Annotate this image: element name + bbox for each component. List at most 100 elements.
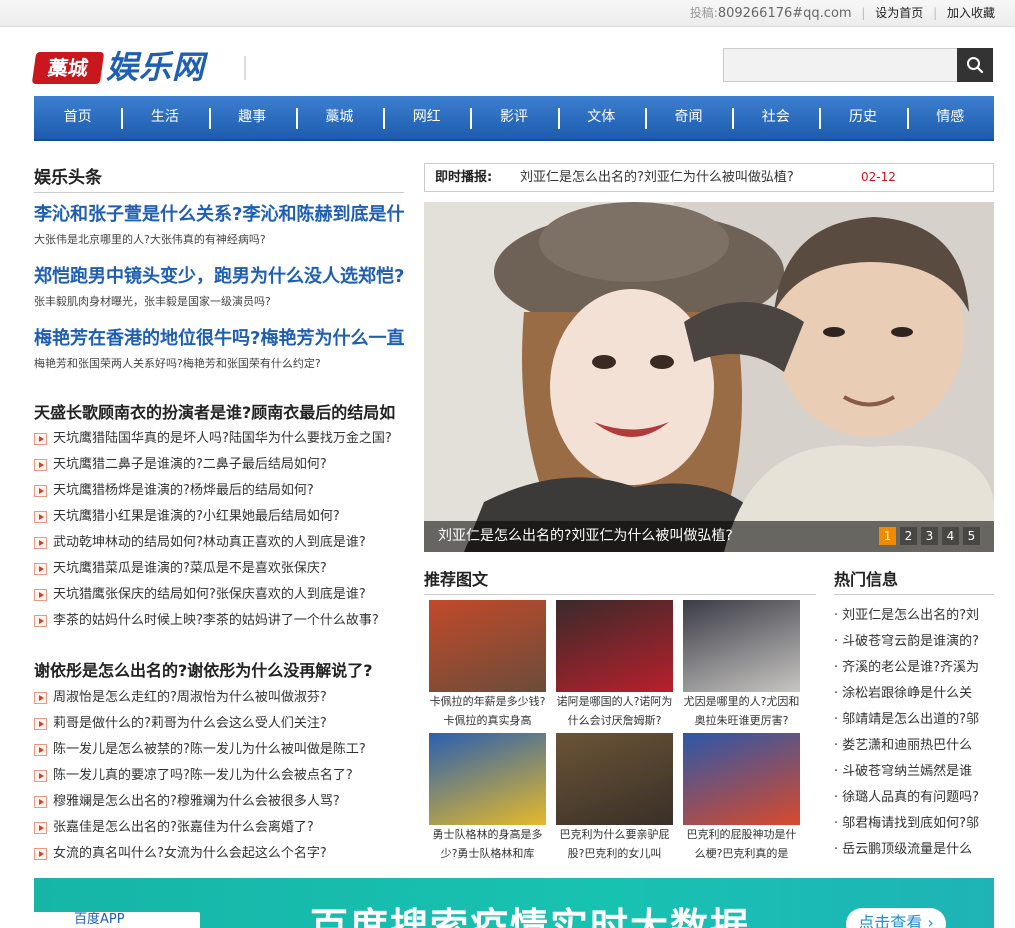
hot-item[interactable]: 涂松岩跟徐峥是什么关 xyxy=(834,681,994,707)
hot-item[interactable]: 徐璐人品真的有问题吗? xyxy=(834,785,994,811)
hot-item[interactable]: 邬靖靖是怎么出道的?邬 xyxy=(834,707,994,733)
list-item-text[interactable]: 武动乾坤林动的结局如何?林动真正喜欢的人到底是谁? xyxy=(53,535,366,550)
list-item[interactable]: 天坑鹰猎二鼻子是谁演的?二鼻子最后结局如何? xyxy=(34,452,418,478)
list-item-text[interactable]: 张嘉佳是怎么出名的?张嘉佳为什么会离婚了? xyxy=(53,820,314,835)
list-item[interactable]: 穆雅斓是怎么出名的?穆雅斓为什么会被很多人骂? xyxy=(34,789,418,815)
list-item-text[interactable]: 天坑鹰猎二鼻子是谁演的?二鼻子最后结局如何? xyxy=(53,457,327,472)
list-item-text[interactable]: 天坑鹰猎小红果是谁演的?小红果她最后结局如何? xyxy=(53,509,340,524)
list-item-text[interactable]: 周淑怡是怎么走红的?周淑怡为什么被叫做淑芬? xyxy=(53,690,327,705)
list-item[interactable]: 陈一发儿真的要凉了吗?陈一发儿为什么会被点名了? xyxy=(34,763,418,789)
card-caption[interactable]: 巴克利为什么要亲驴屁股?巴克利的女儿叫 xyxy=(556,825,673,863)
headline-item[interactable]: 李沁和张子萱是什么关系?李沁和陈赫到底是什 大张伟是北京哪里的人?大张伟真的有神… xyxy=(34,203,418,247)
headline-item[interactable]: 梅艳芳在香港的地位很牛吗?梅艳芳为什么一直 梅艳芳和张国荣两人关系好吗?梅艳芳和… xyxy=(34,327,418,371)
group-title[interactable]: 天盛长歌顾南衣的扮演者是谁?顾南衣最后的结局如 xyxy=(34,399,395,423)
list-item-text[interactable]: 天坑猎鹰张保庆的结局如何?张保庆喜欢的人到底是谁? xyxy=(53,587,366,602)
logo-badge: 藁城 xyxy=(31,52,105,84)
card-image[interactable] xyxy=(556,600,673,692)
nav-item[interactable]: 情感 xyxy=(906,96,994,139)
list-item[interactable]: 李茶的姑妈什么时候上映?李茶的姑妈讲了一个什么故事? xyxy=(34,608,418,634)
hot-item[interactable]: 娄艺潇和迪丽热巴什么 xyxy=(834,733,994,759)
ticker-text[interactable]: 刘亚仁是怎么出名的?刘亚仁为什么被叫做弘植? xyxy=(520,164,794,191)
list-item[interactable]: 陈一发儿是怎么被禁的?陈一发儿为什么被叫做是陈工? xyxy=(34,737,418,763)
nav-item[interactable]: 网红 xyxy=(383,96,470,139)
list-item-text[interactable]: 李茶的姑妈什么时候上映?李茶的姑妈讲了一个什么故事? xyxy=(53,613,379,628)
set-home-link[interactable]: 设为首页 xyxy=(875,6,923,20)
slide-page-button[interactable]: 3 xyxy=(921,527,938,545)
nav-item[interactable]: 藁城 xyxy=(295,96,383,139)
card-caption[interactable]: 勇士队格林的身高是多少?勇士队格林和库 xyxy=(429,825,546,863)
slide-page-button[interactable]: 2 xyxy=(900,527,917,545)
headline-title[interactable]: 李沁和张子萱是什么关系?李沁和陈赫到底是什 xyxy=(34,203,418,227)
nav-item[interactable]: 奇闻 xyxy=(644,96,732,139)
add-favorite-link[interactable]: 加入收藏 xyxy=(947,6,995,20)
nav-item[interactable]: 文体 xyxy=(557,96,645,139)
search-input[interactable] xyxy=(723,48,959,82)
recommended-card[interactable]: 卡佩拉的年薪是多少钱?卡佩拉的真实身高 xyxy=(429,600,546,730)
play-bullet-icon xyxy=(34,485,47,497)
list-item-text[interactable]: 天坑鹰猎菜瓜是谁演的?菜瓜是不是喜欢张保庆? xyxy=(53,561,327,576)
hot-item[interactable]: 岳云鹏顶级流量是什么 xyxy=(834,837,994,863)
nav-item[interactable]: 趣事 xyxy=(208,96,296,139)
list-item-text[interactable]: 女流的真名叫什么?女流为什么会起这么个名字? xyxy=(53,846,327,861)
card-image[interactable] xyxy=(556,733,673,825)
recommended-card[interactable]: 巴克利为什么要亲驴屁股?巴克利的女儿叫 xyxy=(556,733,673,863)
section-title-recommended: 推荐图文 xyxy=(424,566,816,595)
card-caption[interactable]: 尤因是哪里的人?尤因和奥拉朱旺谁更厉害? xyxy=(683,692,800,730)
hot-item[interactable]: 斗破苍穹纳兰嫣然是谁 xyxy=(834,759,994,785)
headline-subtitle[interactable]: 梅艳芳和张国荣两人关系好吗?梅艳芳和张国荣有什么约定? xyxy=(34,355,418,371)
list-item-text[interactable]: 天坑鹰猎陆国华真的是坏人吗?陆国华为什么要找万金之国? xyxy=(53,431,392,446)
recommended-card[interactable]: 巴克利的屁股神功是什么梗?巴克利真的是 xyxy=(683,733,800,863)
card-image[interactable] xyxy=(429,600,546,692)
headline-title[interactable]: 梅艳芳在香港的地位很牛吗?梅艳芳为什么一直 xyxy=(34,327,418,351)
card-caption[interactable]: 卡佩拉的年薪是多少钱?卡佩拉的真实身高 xyxy=(429,692,546,730)
card-image[interactable] xyxy=(683,733,800,825)
featured-photo[interactable] xyxy=(424,202,994,552)
hot-item[interactable]: 齐溪的老公是谁?齐溪为 xyxy=(834,655,994,681)
headline-subtitle[interactable]: 张丰毅肌肉身材曝光，张丰毅是国家一级演员吗? xyxy=(34,293,418,309)
hot-item[interactable]: 邬君梅请找到底如何?邬 xyxy=(834,811,994,837)
card-image[interactable] xyxy=(683,600,800,692)
play-bullet-icon xyxy=(34,511,47,523)
nav-item[interactable]: 社会 xyxy=(732,96,819,139)
card-caption[interactable]: 巴克利的屁股神功是什么梗?巴克利真的是 xyxy=(683,825,800,863)
list-item[interactable]: 天坑猎鹰张保庆的结局如何?张保庆喜欢的人到底是谁? xyxy=(34,582,418,608)
list-item[interactable]: 天坑鹰猎小红果是谁演的?小红果她最后结局如何? xyxy=(34,504,418,530)
nav-item[interactable]: 历史 xyxy=(819,96,906,139)
list-item[interactable]: 张嘉佳是怎么出名的?张嘉佳为什么会离婚了? xyxy=(34,815,418,841)
slide-page-button[interactable]: 1 xyxy=(879,527,896,545)
list-item[interactable]: 武动乾坤林动的结局如何?林动真正喜欢的人到底是谁? xyxy=(34,530,418,556)
nav-item[interactable]: 生活 xyxy=(121,96,208,139)
list-item-text[interactable]: 莉哥是做什么的?莉哥为什么会这么受人们关注? xyxy=(53,716,327,731)
featured-slideshow[interactable]: 刘亚仁是怎么出名的?刘亚仁为什么被叫做弘植? 12345 xyxy=(424,202,994,552)
list-item-text[interactable]: 穆雅斓是怎么出名的?穆雅斓为什么会被很多人骂? xyxy=(53,794,340,809)
list-item[interactable]: 周淑怡是怎么走红的?周淑怡为什么被叫做淑芬? xyxy=(34,685,418,711)
nav-item[interactable]: 首页 xyxy=(34,96,121,139)
site-logo[interactable]: 藁城 娱乐网 xyxy=(31,46,250,88)
card-image[interactable] xyxy=(429,733,546,825)
headline-subtitle[interactable]: 大张伟是北京哪里的人?大张伟真的有神经病吗? xyxy=(34,231,418,247)
logo-divider xyxy=(244,56,246,80)
list-item[interactable]: 天坑鹰猎陆国华真的是坏人吗?陆国华为什么要找万金之国? xyxy=(34,426,418,452)
nav-item[interactable]: 影评 xyxy=(470,96,557,139)
list-item-text[interactable]: 陈一发儿是怎么被禁的?陈一发儿为什么被叫做是陈工? xyxy=(53,742,366,757)
list-item-text[interactable]: 天坑鹰猎杨烨是谁演的?杨烨最后的结局如何? xyxy=(53,483,314,498)
recommended-card[interactable]: 勇士队格林的身高是多少?勇士队格林和库 xyxy=(429,733,546,863)
recommended-card[interactable]: 诺阿是哪国的人?诺阿为什么会讨厌詹姆斯? xyxy=(556,600,673,730)
list-item[interactable]: 天坑鹰猎杨烨是谁演的?杨烨最后的结局如何? xyxy=(34,478,418,504)
list-item[interactable]: 莉哥是做什么的?莉哥为什么会这么受人们关注? xyxy=(34,711,418,737)
recommended-card[interactable]: 尤因是哪里的人?尤因和奥拉朱旺谁更厉害? xyxy=(683,600,800,730)
slide-page-button[interactable]: 5 xyxy=(963,527,980,545)
slide-page-button[interactable]: 4 xyxy=(942,527,959,545)
card-caption[interactable]: 诺阿是哪国的人?诺阿为什么会讨厌詹姆斯? xyxy=(556,692,673,730)
banner-cta-button[interactable]: 点击查看 › xyxy=(846,908,946,928)
search-button[interactable] xyxy=(957,48,993,82)
headline-title[interactable]: 郑恺跑男中镜头变少，跑男为什么没人选郑恺? xyxy=(34,265,418,289)
list-item[interactable]: 天坑鹰猎菜瓜是谁演的?菜瓜是不是喜欢张保庆? xyxy=(34,556,418,582)
headline-item[interactable]: 郑恺跑男中镜头变少，跑男为什么没人选郑恺? 张丰毅肌肉身材曝光，张丰毅是国家一级… xyxy=(34,265,418,309)
list-item[interactable]: 女流的真名叫什么?女流为什么会起这么个名字? xyxy=(34,841,418,867)
hot-item[interactable]: 斗破苍穹云韵是谁演的? xyxy=(834,629,994,655)
group-title[interactable]: 谢依彤是怎么出名的?谢依彤为什么没再解说了? xyxy=(34,657,373,681)
hot-item[interactable]: 刘亚仁是怎么出名的?刘 xyxy=(834,603,994,629)
list-item-text[interactable]: 陈一发儿真的要凉了吗?陈一发儿为什么会被点名了? xyxy=(53,768,353,783)
ad-banner[interactable]: 百度APP 百度搜索疫情实时大数据 点击查看 › xyxy=(34,878,994,928)
